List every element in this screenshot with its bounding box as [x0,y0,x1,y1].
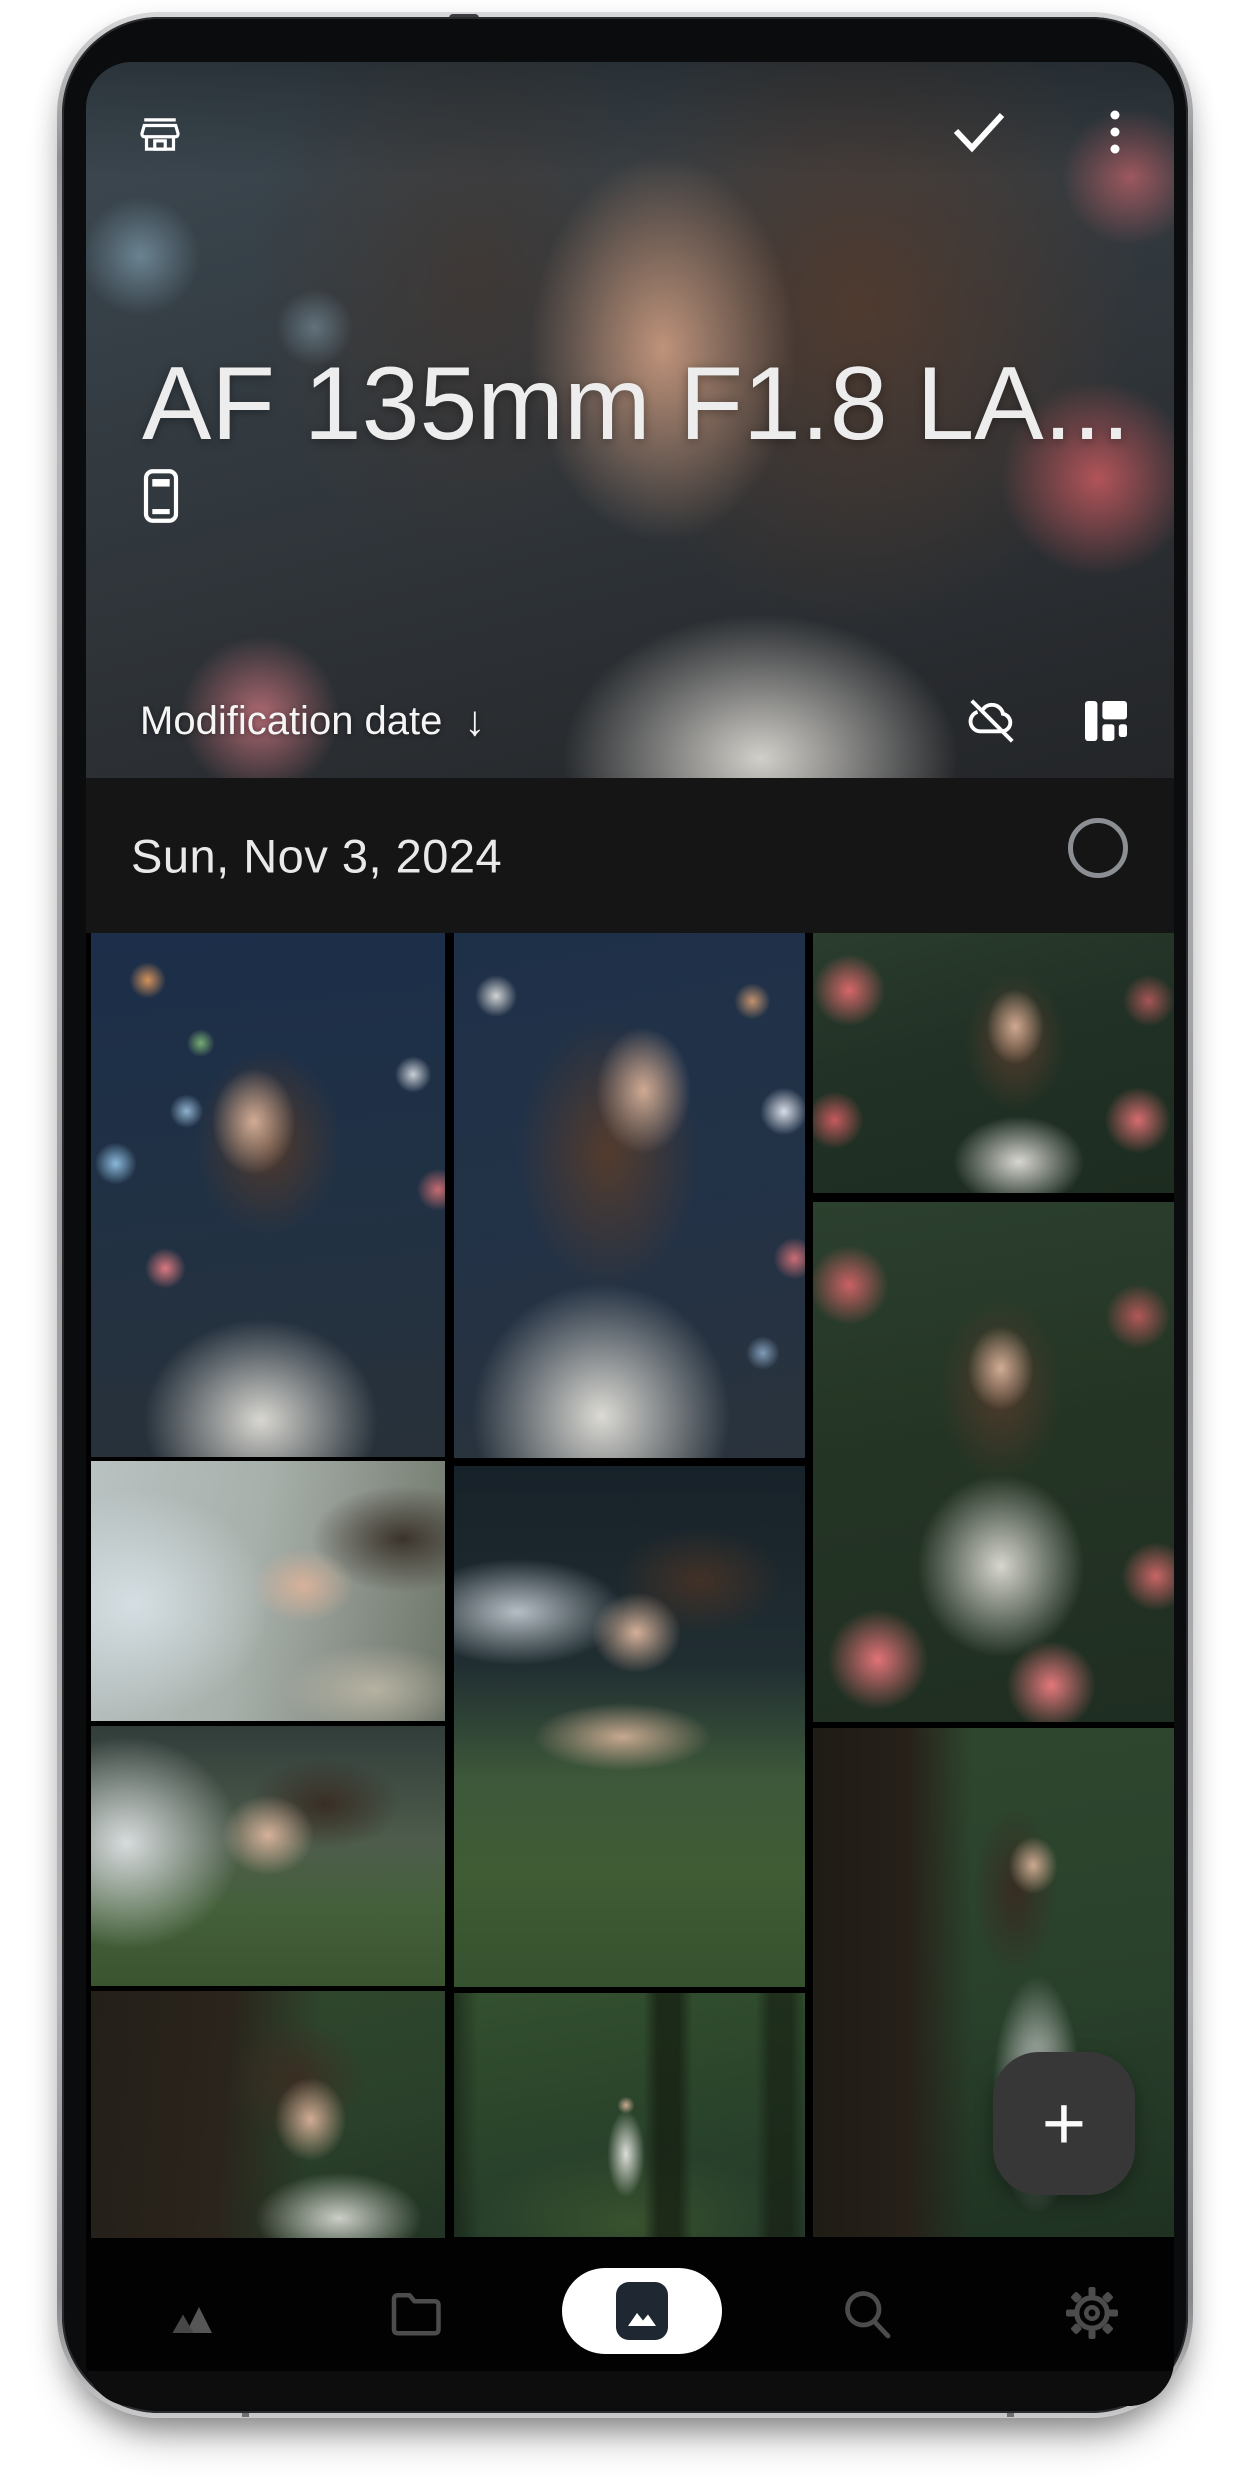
select-button[interactable] [950,108,1008,154]
gesture-area [86,2371,1174,2406]
sort-label: Modification date [140,698,443,743]
nav-collection[interactable] [163,2283,223,2343]
add-button[interactable]: + [993,2052,1135,2195]
album-hero-image: AF 135mm F1.8 LA... Modification date ↓ [86,62,1174,780]
nav-search[interactable] [837,2283,897,2343]
sort-selector[interactable]: Modification date ↓ [140,697,485,745]
cloud-sync-button[interactable] [964,695,1020,747]
mosaic-layout-icon [1082,697,1130,745]
gear-icon [1062,2283,1122,2343]
photo-thumbnail[interactable] [91,1726,445,1986]
photo-thumbnail[interactable] [813,933,1174,1193]
photo-thumbnail[interactable] [91,1991,445,2238]
screenshot-canvas: AF 135mm F1.8 LA... Modification date ↓ [0,0,1249,2482]
kebab-menu-icon [1100,104,1130,160]
photo-frame-icon [616,2282,668,2340]
storefront-icon [137,112,183,157]
photo-thumbnail[interactable] [454,933,805,1458]
album-title: AF 135mm F1.8 LA... [142,346,1131,462]
plus-icon: + [1041,2081,1087,2166]
sort-direction-icon: ↓ [464,697,486,744]
toolbar-icons [964,695,1130,747]
toolbar-row: Modification date ↓ [140,693,1130,749]
section-select-circle[interactable] [1068,818,1128,878]
date-section-header: Sun, Nov 3, 2024 [86,778,1174,933]
photo-thumbnail[interactable] [454,1993,805,2237]
cloud-off-icon [964,695,1020,747]
date-label: Sun, Nov 3, 2024 [131,829,503,882]
nav-albums[interactable] [386,2283,446,2343]
photo-thumbnail[interactable] [91,1461,445,1721]
mountains-icon [163,2283,223,2343]
storefront-button[interactable] [137,112,183,157]
overflow-menu-button[interactable] [1100,104,1130,160]
app-screen: AF 135mm F1.8 LA... Modification date ↓ [86,62,1174,2406]
folder-icon [386,2283,446,2343]
magnifier-icon [837,2283,897,2343]
layout-toggle-button[interactable] [1082,697,1130,745]
photo-thumbnail[interactable] [454,1466,805,1987]
check-icon [950,108,1008,154]
smartphone-icon [143,468,179,524]
nav-settings[interactable] [1062,2283,1122,2343]
phone-bezel: AF 135mm F1.8 LA... Modification date ↓ [62,17,1188,2413]
photo-thumbnail[interactable] [813,1202,1174,1722]
phone-frame: AF 135mm F1.8 LA... Modification date ↓ [57,12,1193,2418]
photo-thumbnail[interactable] [91,933,445,1457]
nav-gallery-active[interactable] [562,2268,722,2354]
